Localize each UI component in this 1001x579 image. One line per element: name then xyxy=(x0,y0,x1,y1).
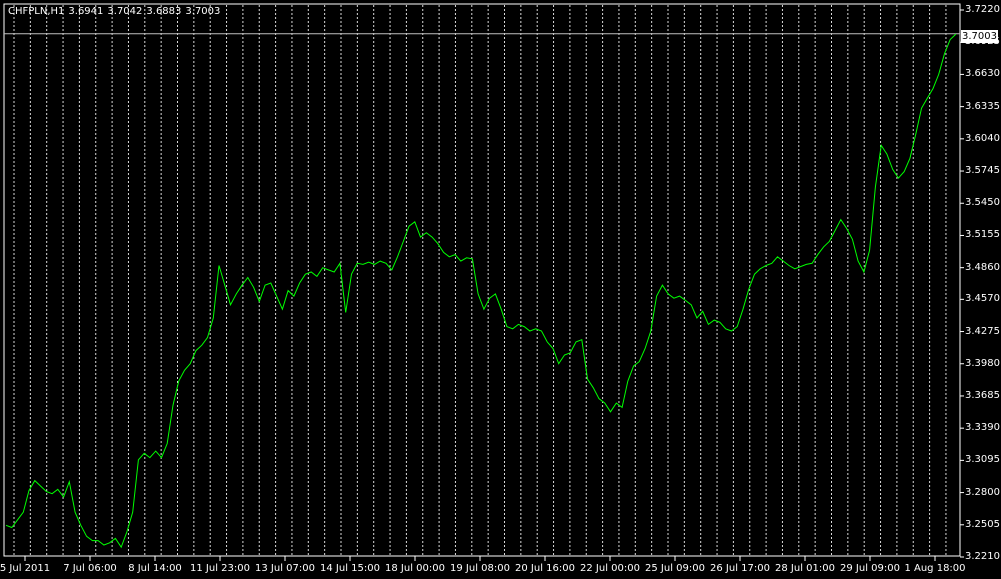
close-value: 3.7003 xyxy=(185,6,221,17)
y-tick-label: 3.2505 xyxy=(965,518,1000,530)
x-tick-label: 5 Jul 2011 xyxy=(0,563,51,574)
y-tick-label: 3.6335 xyxy=(965,100,1000,112)
y-tick-label: 3.6630 xyxy=(965,68,1000,80)
current-price-label: 3.7003 xyxy=(961,30,998,43)
price-line-series xyxy=(5,33,957,549)
y-tick-label: 3.4275 xyxy=(965,325,1000,337)
y-tick-label: 3.2210 xyxy=(965,551,1000,562)
x-tick-label: 13 Jul 07:00 xyxy=(255,563,315,574)
y-tick-label: 3.3095 xyxy=(965,454,1000,466)
x-tick-label: 14 Jul 15:00 xyxy=(320,563,380,574)
plot-frame xyxy=(3,3,961,557)
x-tick-label: 29 Jul 09:00 xyxy=(840,563,900,574)
price-chart[interactable] xyxy=(0,0,1001,579)
y-tick-label: 3.4860 xyxy=(965,261,1000,273)
x-tick-label: 1 Aug 18:00 xyxy=(904,563,966,574)
y-tick-label: 3.3980 xyxy=(965,357,1000,369)
y-tick-label: 3.4570 xyxy=(965,293,1000,305)
y-tick-label: 3.5745 xyxy=(965,165,1000,177)
open-value: 3.6941 xyxy=(68,6,104,17)
x-tick-label: 11 Jul 23:00 xyxy=(190,563,250,574)
y-tick-label: 3.5450 xyxy=(965,197,1000,209)
y-tick-label: 3.2800 xyxy=(965,486,1000,498)
chart-window[interactable]: CHFPLN,H1 3.6941 3.7042 3.6883 3.7003 3.7220… xyxy=(0,0,1001,579)
chart-header: CHFPLN,H1 3.6941 3.7042 3.6883 3.7003 xyxy=(8,6,224,17)
symbol-label: CHFPLN,H1 xyxy=(8,6,65,17)
y-tick-label: 3.3685 xyxy=(965,389,1000,401)
x-tick-label: 28 Jul 01:00 xyxy=(775,563,835,574)
x-tick-label: 20 Jul 16:00 xyxy=(515,563,575,574)
high-value: 3.7042 xyxy=(107,6,143,17)
x-tick-label: 19 Jul 08:00 xyxy=(450,563,510,574)
y-tick-label: 3.3390 xyxy=(965,422,1000,434)
y-tick-label: 3.5155 xyxy=(965,229,1000,241)
x-tick-label: 18 Jul 00:00 xyxy=(385,563,445,574)
x-tick-label: 8 Jul 14:00 xyxy=(128,563,182,574)
x-tick-label: 26 Jul 17:00 xyxy=(710,563,770,574)
x-tick-label: 7 Jul 06:00 xyxy=(63,563,117,574)
x-tick-label: 22 Jul 00:00 xyxy=(580,563,640,574)
y-tick-label: 3.6040 xyxy=(965,132,1000,144)
x-tick-label: 25 Jul 09:00 xyxy=(645,563,705,574)
y-tick-label: 3.7220 xyxy=(965,4,1000,15)
low-value: 3.6883 xyxy=(146,6,182,17)
